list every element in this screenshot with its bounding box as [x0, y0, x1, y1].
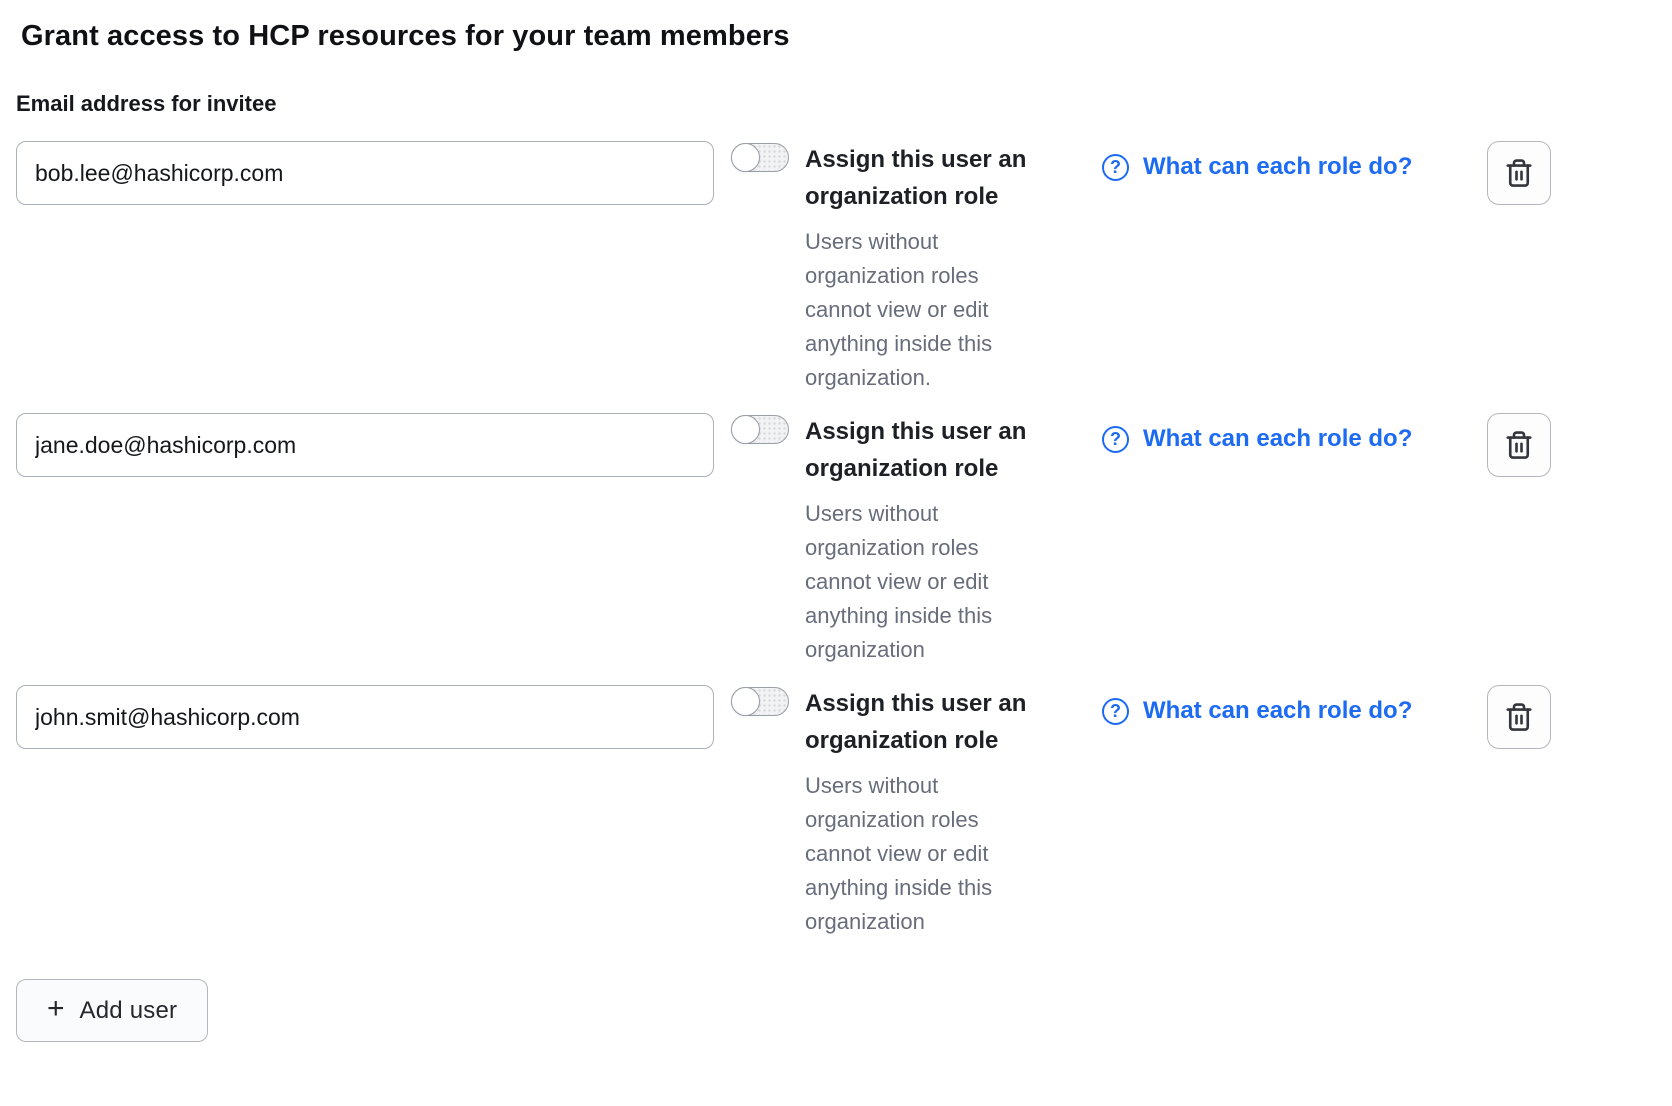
toggle-knob-icon	[731, 415, 760, 444]
email-input[interactable]	[16, 685, 714, 749]
role-toggle-text: Assign this user an organization role Us…	[805, 685, 1055, 939]
page-title: Grant access to HCP resources for your t…	[21, 20, 1656, 53]
help-icon: ?	[1102, 426, 1129, 453]
role-toggle-text: Assign this user an organization role Us…	[805, 141, 1055, 395]
invite-row: Assign this user an organization role Us…	[16, 413, 1656, 667]
email-field-label: Email address for invitee	[16, 91, 1656, 117]
role-help-link[interactable]: ? What can each role do?	[1102, 153, 1412, 181]
role-toggle-description: Users without organization roles cannot …	[805, 497, 1055, 667]
toggle-knob-icon	[731, 687, 760, 716]
organization-role-toggle[interactable]	[731, 687, 789, 716]
role-toggle-description: Users without organization roles cannot …	[805, 769, 1055, 939]
trash-icon	[1504, 702, 1534, 732]
organization-role-toggle[interactable]	[731, 415, 789, 444]
invite-row: Assign this user an organization role Us…	[16, 141, 1656, 395]
email-input[interactable]	[16, 141, 714, 205]
email-input[interactable]	[16, 413, 714, 477]
role-help-link[interactable]: ? What can each role do?	[1102, 425, 1412, 453]
organization-role-toggle[interactable]	[731, 143, 789, 172]
role-help-link-label: What can each role do?	[1143, 153, 1412, 181]
help-icon: ?	[1102, 698, 1129, 725]
invite-row: Assign this user an organization role Us…	[16, 685, 1656, 939]
role-help: ? What can each role do?	[1102, 697, 1487, 725]
delete-row-button[interactable]	[1487, 685, 1551, 749]
help-icon: ?	[1102, 154, 1129, 181]
invite-users-panel: Grant access to HCP resources for your t…	[0, 0, 1672, 1102]
role-toggle-label: Assign this user an organization role	[805, 685, 1055, 759]
toggle-knob-icon	[731, 143, 760, 172]
role-help-link-label: What can each role do?	[1143, 425, 1412, 453]
add-user-button[interactable]: + Add user	[16, 979, 208, 1042]
role-toggle-label: Assign this user an organization role	[805, 141, 1055, 215]
role-toggle-text: Assign this user an organization role Us…	[805, 413, 1055, 667]
role-toggle-description: Users without organization roles cannot …	[805, 225, 1055, 395]
role-help-link-label: What can each role do?	[1143, 697, 1412, 725]
delete-row-button[interactable]	[1487, 141, 1551, 205]
role-help: ? What can each role do?	[1102, 153, 1487, 181]
role-toggle-label: Assign this user an organization role	[805, 413, 1055, 487]
trash-icon	[1504, 430, 1534, 460]
role-help-link[interactable]: ? What can each role do?	[1102, 697, 1412, 725]
plus-icon: +	[47, 994, 65, 1024]
add-user-label: Add user	[80, 997, 178, 1025]
role-help: ? What can each role do?	[1102, 425, 1487, 453]
trash-icon	[1504, 158, 1534, 188]
delete-row-button[interactable]	[1487, 413, 1551, 477]
